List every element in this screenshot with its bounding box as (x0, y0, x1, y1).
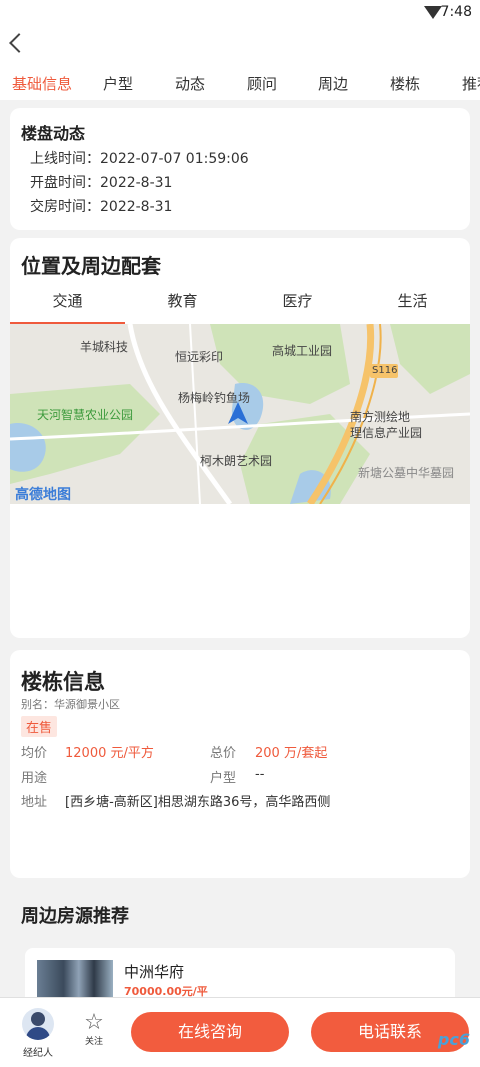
map-label: 柯木朗艺术园 (200, 454, 273, 468)
building-info-card: 楼栋信息 别名：华源御景小区 在售 均价 12000 元/平方 总价 200 万… (10, 650, 470, 878)
top-nav (0, 26, 480, 66)
tab-basic-info[interactable]: 基础信息 (12, 73, 72, 94)
layout-label: 户型 (210, 771, 237, 786)
status-bar: 7:48 (0, 0, 480, 26)
map-logo: 高德地图 (15, 487, 71, 503)
back-arrow-icon[interactable] (9, 33, 29, 53)
dynamics-title: 楼盘动态 (21, 124, 86, 143)
tab-news[interactable]: 动态 (175, 73, 205, 94)
map-label: 新塘公墓中华墓园 (358, 466, 455, 480)
map-label: 羊城科技 (80, 340, 129, 354)
sale-status-badge: 在售 (21, 716, 58, 737)
usage-label: 用途 (21, 771, 48, 786)
layout-value: -- (255, 767, 265, 782)
follow-button[interactable]: ☆ 关注 (78, 1010, 110, 1048)
map-label: 南方测绘地 (350, 410, 411, 424)
building-alias: 别名：华源御景小区 (21, 698, 120, 711)
tab-surroundings[interactable]: 周边 (318, 73, 348, 94)
wifi-icon (424, 6, 442, 19)
bottom-action-bar: 经纪人 ☆ 关注 在线咨询 电话联系 pc6 (0, 997, 480, 1067)
total-price-value: 200 万/套起 (255, 746, 328, 761)
address-label: 地址 (21, 795, 48, 810)
subtab-education[interactable]: 教育 (125, 290, 240, 311)
tab-buildings[interactable]: 楼栋 (390, 73, 420, 94)
online-consult-button[interactable]: 在线咨询 (131, 1012, 289, 1052)
subtab-medical[interactable]: 医疗 (240, 290, 355, 311)
total-price-label: 总价 (210, 746, 237, 761)
tab-floor-plan[interactable]: 户型 (103, 73, 133, 94)
agent-label: 经纪人 (23, 1048, 53, 1059)
property-name: 中洲华府 (124, 963, 185, 981)
avg-price-label: 均价 (21, 746, 48, 761)
map-label: 杨梅岭钓鱼场 (178, 391, 251, 405)
map-view[interactable]: 羊城科技 恒远彩印 高城工业园 杨梅岭钓鱼场 S116 天河智慧农业公园 南方测… (10, 324, 470, 504)
open-time: 开盘时间：2022-8-31 (30, 175, 173, 191)
address-value: [西乡塘-高新区]相思湖东路36号，高华路西侧 (65, 795, 331, 810)
location-card: 位置及周边配套 交通 教育 医疗 生活 羊城科技 恒远彩印 高城工业园 杨梅岭钓… (10, 238, 470, 638)
agent-avatar-icon (22, 1008, 54, 1040)
location-title: 位置及周边配套 (21, 254, 161, 278)
status-time: 7:48 (440, 4, 472, 20)
star-icon: ☆ (84, 1010, 104, 1035)
online-time: 上线时间：2022-07-07 01:59:06 (30, 151, 249, 167)
tab-recommend[interactable]: 推荐 (462, 73, 480, 94)
delivery-time: 交房时间：2022-8-31 (30, 199, 173, 215)
subtab-traffic[interactable]: 交通 (10, 290, 125, 311)
watermark: pc6 (437, 1030, 470, 1049)
agent-button[interactable]: 经纪人 (18, 1008, 58, 1059)
map-label: 恒远彩印 (175, 350, 224, 364)
map-label: S116 (372, 365, 398, 376)
map-label: 天河智慧农业公园 (37, 408, 134, 422)
map-label: 理信息产业园 (350, 426, 423, 440)
map-label: 高城工业园 (272, 344, 333, 358)
section-tabs: 基础信息 户型 动态 顾问 周边 楼栋 推荐 (0, 66, 480, 100)
recommend-title: 周边房源推荐 (21, 906, 129, 927)
follow-label: 关注 (84, 1037, 103, 1047)
project-dynamics-card: 楼盘动态 上线时间：2022-07-07 01:59:06 开盘时间：2022-… (10, 108, 470, 230)
tab-advisor[interactable]: 顾问 (247, 73, 277, 94)
subtab-life[interactable]: 生活 (355, 290, 470, 311)
building-title: 楼栋信息 (21, 670, 105, 694)
avg-price-value: 12000 元/平方 (65, 746, 154, 761)
